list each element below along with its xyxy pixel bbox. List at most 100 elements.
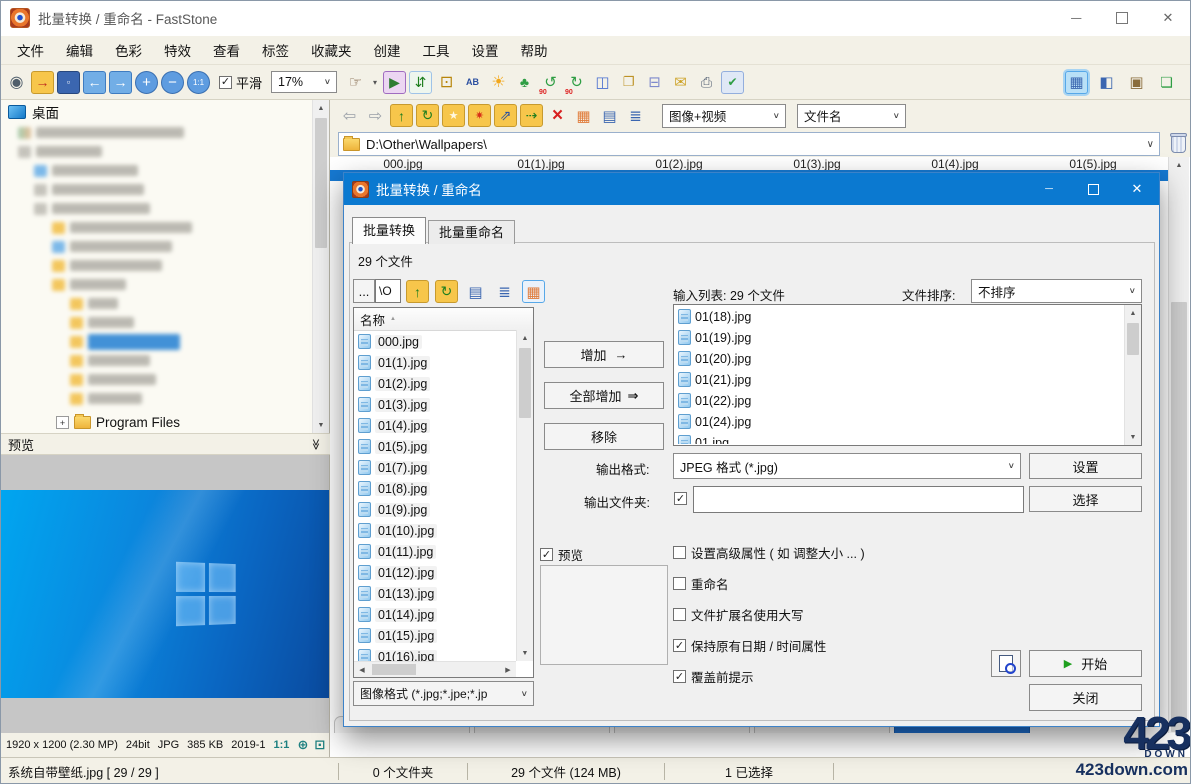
scrollbar-thumb[interactable] (315, 118, 327, 248)
scrollbar-thumb[interactable] (372, 664, 416, 675)
file-item[interactable]: 01(8).jpg (355, 478, 516, 499)
smooth-checkbox-box[interactable] (219, 76, 232, 89)
menu-create[interactable]: 创建 (363, 40, 412, 60)
print-icon[interactable]: ⎙ (695, 71, 718, 94)
file-item[interactable]: 01(22).jpg (675, 390, 1124, 411)
menu-file[interactable]: 文件 (6, 40, 55, 60)
dialog-close-button[interactable] (1115, 173, 1159, 205)
smooth-checkbox[interactable]: 平滑 (219, 73, 262, 92)
preview-window-button[interactable] (991, 650, 1021, 677)
scrollbar-thumb[interactable] (1127, 323, 1139, 355)
file-item[interactable]: 01(1).jpg (355, 352, 516, 373)
tab-batch-rename[interactable]: 批量重命名 (428, 220, 515, 244)
option-rename[interactable]: 重命名 (673, 574, 865, 593)
dlg-detail-view-icon[interactable]: ▤ (464, 280, 487, 303)
zoom-out-icon[interactable]: − (161, 71, 184, 94)
scroll-left-icon[interactable] (354, 662, 370, 677)
option-preview[interactable]: 预览 (540, 545, 583, 564)
tree-item[interactable] (0, 199, 329, 218)
add-all-button[interactable]: 全部增加 (544, 382, 664, 409)
file-label[interactable]: 01(1).jpg (472, 157, 610, 171)
tree-item[interactable] (0, 313, 329, 332)
tree-item[interactable] (0, 123, 329, 142)
sort-order-combo[interactable]: 不排序 (971, 279, 1142, 303)
source-list-scrollbar[interactable] (516, 330, 533, 661)
file-item[interactable]: 01(13).jpg (355, 583, 516, 604)
menu-tools[interactable]: 工具 (412, 40, 461, 60)
dialog-minimize-button[interactable] (1027, 173, 1071, 205)
scroll-down-icon[interactable] (1125, 429, 1141, 445)
file-item[interactable]: 01(16).jpg (355, 646, 516, 661)
thumbnail-view-icon[interactable]: ▦ (572, 104, 595, 127)
tree-item[interactable] (0, 275, 329, 294)
scroll-down-icon[interactable] (313, 417, 329, 433)
back-icon[interactable]: ⇦ (338, 104, 361, 127)
copy-to-folder-icon[interactable]: ⇗ (494, 104, 517, 127)
tree-item-program-files[interactable]: Program Files (0, 412, 312, 433)
file-item[interactable]: 01(24).jpg (675, 411, 1124, 432)
file-item[interactable]: 000.jpg (355, 331, 516, 352)
file-item[interactable]: 01(21).jpg (675, 369, 1124, 390)
target-list-scrollbar[interactable] (1124, 305, 1141, 445)
expand-icon[interactable] (56, 416, 69, 429)
file-area-scrollbar[interactable] (1168, 157, 1189, 733)
browse-mode-icon[interactable]: ▦ (1065, 71, 1088, 94)
tab-batch-convert[interactable]: 批量转换 (352, 217, 426, 244)
tree-item[interactable] (0, 180, 329, 199)
menu-favorites[interactable]: 收藏夹 (300, 40, 363, 60)
compare-icon[interactable]: ◫ (591, 71, 614, 94)
tree-item[interactable] (0, 161, 329, 180)
fullscreen-icon[interactable]: ❏ (1155, 71, 1178, 94)
tree-item[interactable] (0, 256, 329, 275)
list-view-icon[interactable]: ≣ (624, 104, 647, 127)
settings-button[interactable]: 设置 (1029, 453, 1142, 479)
menu-help[interactable]: 帮助 (510, 40, 559, 60)
tree-item[interactable] (0, 351, 329, 370)
file-item[interactable]: 01(15).jpg (355, 625, 516, 646)
menu-tag[interactable]: 标签 (251, 40, 300, 60)
forward-icon[interactable]: ⇨ (364, 104, 387, 127)
file-item[interactable]: 01(20).jpg (675, 348, 1124, 369)
dlg-up-folder-icon[interactable]: ↑ (406, 280, 429, 303)
minimize-button[interactable] (1053, 0, 1099, 36)
output-format-combo[interactable]: JPEG 格式 (*.jpg) (673, 453, 1021, 479)
tree-item[interactable] (0, 142, 329, 161)
tree-item[interactable] (0, 370, 329, 389)
option-advanced[interactable]: 设置高级属性 ( 如 调整大小 ... ) (673, 543, 865, 562)
menu-edit[interactable]: 编辑 (55, 40, 104, 60)
list-header-name[interactable]: 名称 (354, 308, 533, 331)
tree-item[interactable] (0, 294, 329, 313)
browse-path-button[interactable]: ... (353, 279, 375, 303)
zoom-level-combo[interactable]: 17% (271, 71, 337, 93)
trash-icon[interactable] (1166, 131, 1190, 157)
actual-size-icon[interactable]: 1:1 (187, 71, 210, 94)
path-field[interactable]: \O (375, 279, 401, 303)
snapshot-icon[interactable]: ◉ (5, 71, 28, 94)
file-item[interactable]: 01(9).jpg (355, 499, 516, 520)
file-item[interactable]: 01(11).jpg (355, 541, 516, 562)
menu-settings[interactable]: 设置 (461, 40, 510, 60)
file-item[interactable]: 01(7).jpg (355, 457, 516, 478)
next-image-icon[interactable]: → (109, 71, 132, 94)
hand-tool-icon[interactable]: ☞ (344, 71, 367, 94)
file-item[interactable]: 01(5).jpg (355, 436, 516, 457)
scroll-right-icon[interactable] (500, 662, 516, 677)
menu-color[interactable]: 色彩 (104, 40, 153, 60)
source-list-hscrollbar[interactable] (354, 661, 516, 677)
viewer-mode-icon[interactable]: ◧ (1095, 71, 1118, 94)
output-folder-checkbox[interactable] (674, 492, 687, 505)
option-overwrite-prompt[interactable]: 覆盖前提示 (673, 667, 865, 686)
file-item[interactable]: 01(18).jpg (675, 306, 1124, 327)
fullview-mode-icon[interactable]: ▣ (1125, 71, 1148, 94)
full-screen-icon[interactable]: ⊡ (314, 737, 325, 753)
file-item[interactable]: 01(2).jpg (355, 373, 516, 394)
move-to-folder-icon[interactable]: ⇢ (520, 104, 543, 127)
start-button[interactable]: 开始 (1029, 650, 1142, 677)
hand-caret-icon[interactable]: ▾ (370, 71, 380, 94)
scroll-up-icon[interactable] (1125, 305, 1141, 321)
file-item[interactable]: 01(19).jpg (675, 327, 1124, 348)
refresh-folder-icon[interactable]: ↻ (416, 104, 439, 127)
tree-item[interactable] (0, 218, 329, 237)
fit-window-icon[interactable]: ⊕ (297, 737, 308, 753)
menu-view[interactable]: 查看 (202, 40, 251, 60)
